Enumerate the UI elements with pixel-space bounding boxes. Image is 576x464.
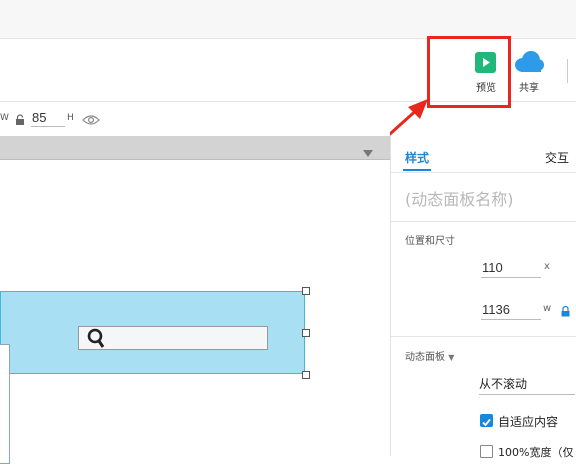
- inspector-panel: 样式 交互 (动态面板名称) 位置和尺寸 x w 动态面板 ▼ 从不滚动 自适应…: [390, 136, 576, 459]
- section-divider: [391, 336, 576, 337]
- tab-style-underline: [403, 169, 431, 171]
- position-size-heading: 位置和尺寸: [405, 236, 455, 247]
- search-icon: [87, 328, 105, 352]
- side-popup: [0, 344, 10, 464]
- chevron-down-icon: ▼: [448, 353, 455, 362]
- h-label: H: [67, 113, 74, 123]
- lock-icon[interactable]: [561, 302, 570, 321]
- design-canvas[interactable]: [0, 160, 390, 464]
- dynamic-panel-widget[interactable]: [0, 291, 305, 374]
- tab-style[interactable]: 样式: [405, 149, 429, 166]
- x-label: x: [544, 261, 550, 272]
- share-button[interactable]: 共享: [510, 47, 548, 95]
- highlight-box: [427, 36, 511, 108]
- full-width-label: 100%宽度（仅: [498, 446, 574, 459]
- horizontal-ruler: 1000 1100 1200 1300: [0, 136, 390, 170]
- eye-icon[interactable]: [82, 111, 100, 130]
- full-width-checkbox[interactable]: [480, 445, 493, 458]
- w-label: W: [0, 113, 9, 123]
- fit-content-label: 自适应内容: [498, 415, 559, 429]
- x-input[interactable]: [481, 257, 541, 278]
- cloud-icon: [513, 51, 545, 77]
- search-box-widget[interactable]: [78, 326, 268, 350]
- resize-handle[interactable]: [302, 371, 310, 379]
- scroll-select[interactable]: 从不滚动: [479, 372, 575, 395]
- section-divider: [391, 221, 576, 222]
- resize-handle[interactable]: [302, 329, 310, 337]
- title-bar: [0, 0, 576, 39]
- dynamic-panel-heading-label: 动态面板: [405, 352, 445, 363]
- fit-content-checkbox[interactable]: [480, 414, 493, 427]
- resize-handle[interactable]: [302, 287, 310, 295]
- width-input[interactable]: [481, 299, 541, 320]
- lock-icon[interactable]: [15, 111, 25, 130]
- tab-interaction[interactable]: 交互: [545, 149, 569, 166]
- property-bar: W H: [0, 102, 390, 136]
- dynamic-panel-heading[interactable]: 动态面板 ▼: [405, 348, 454, 363]
- toolbar-divider: [567, 59, 568, 83]
- tab-divider: [391, 172, 576, 173]
- w-label: w: [543, 303, 552, 314]
- panel-name-input[interactable]: (动态面板名称): [405, 186, 514, 210]
- share-label: 共享: [519, 83, 539, 94]
- height-input[interactable]: [31, 108, 65, 127]
- scroll-select-value: 从不滚动: [479, 377, 528, 391]
